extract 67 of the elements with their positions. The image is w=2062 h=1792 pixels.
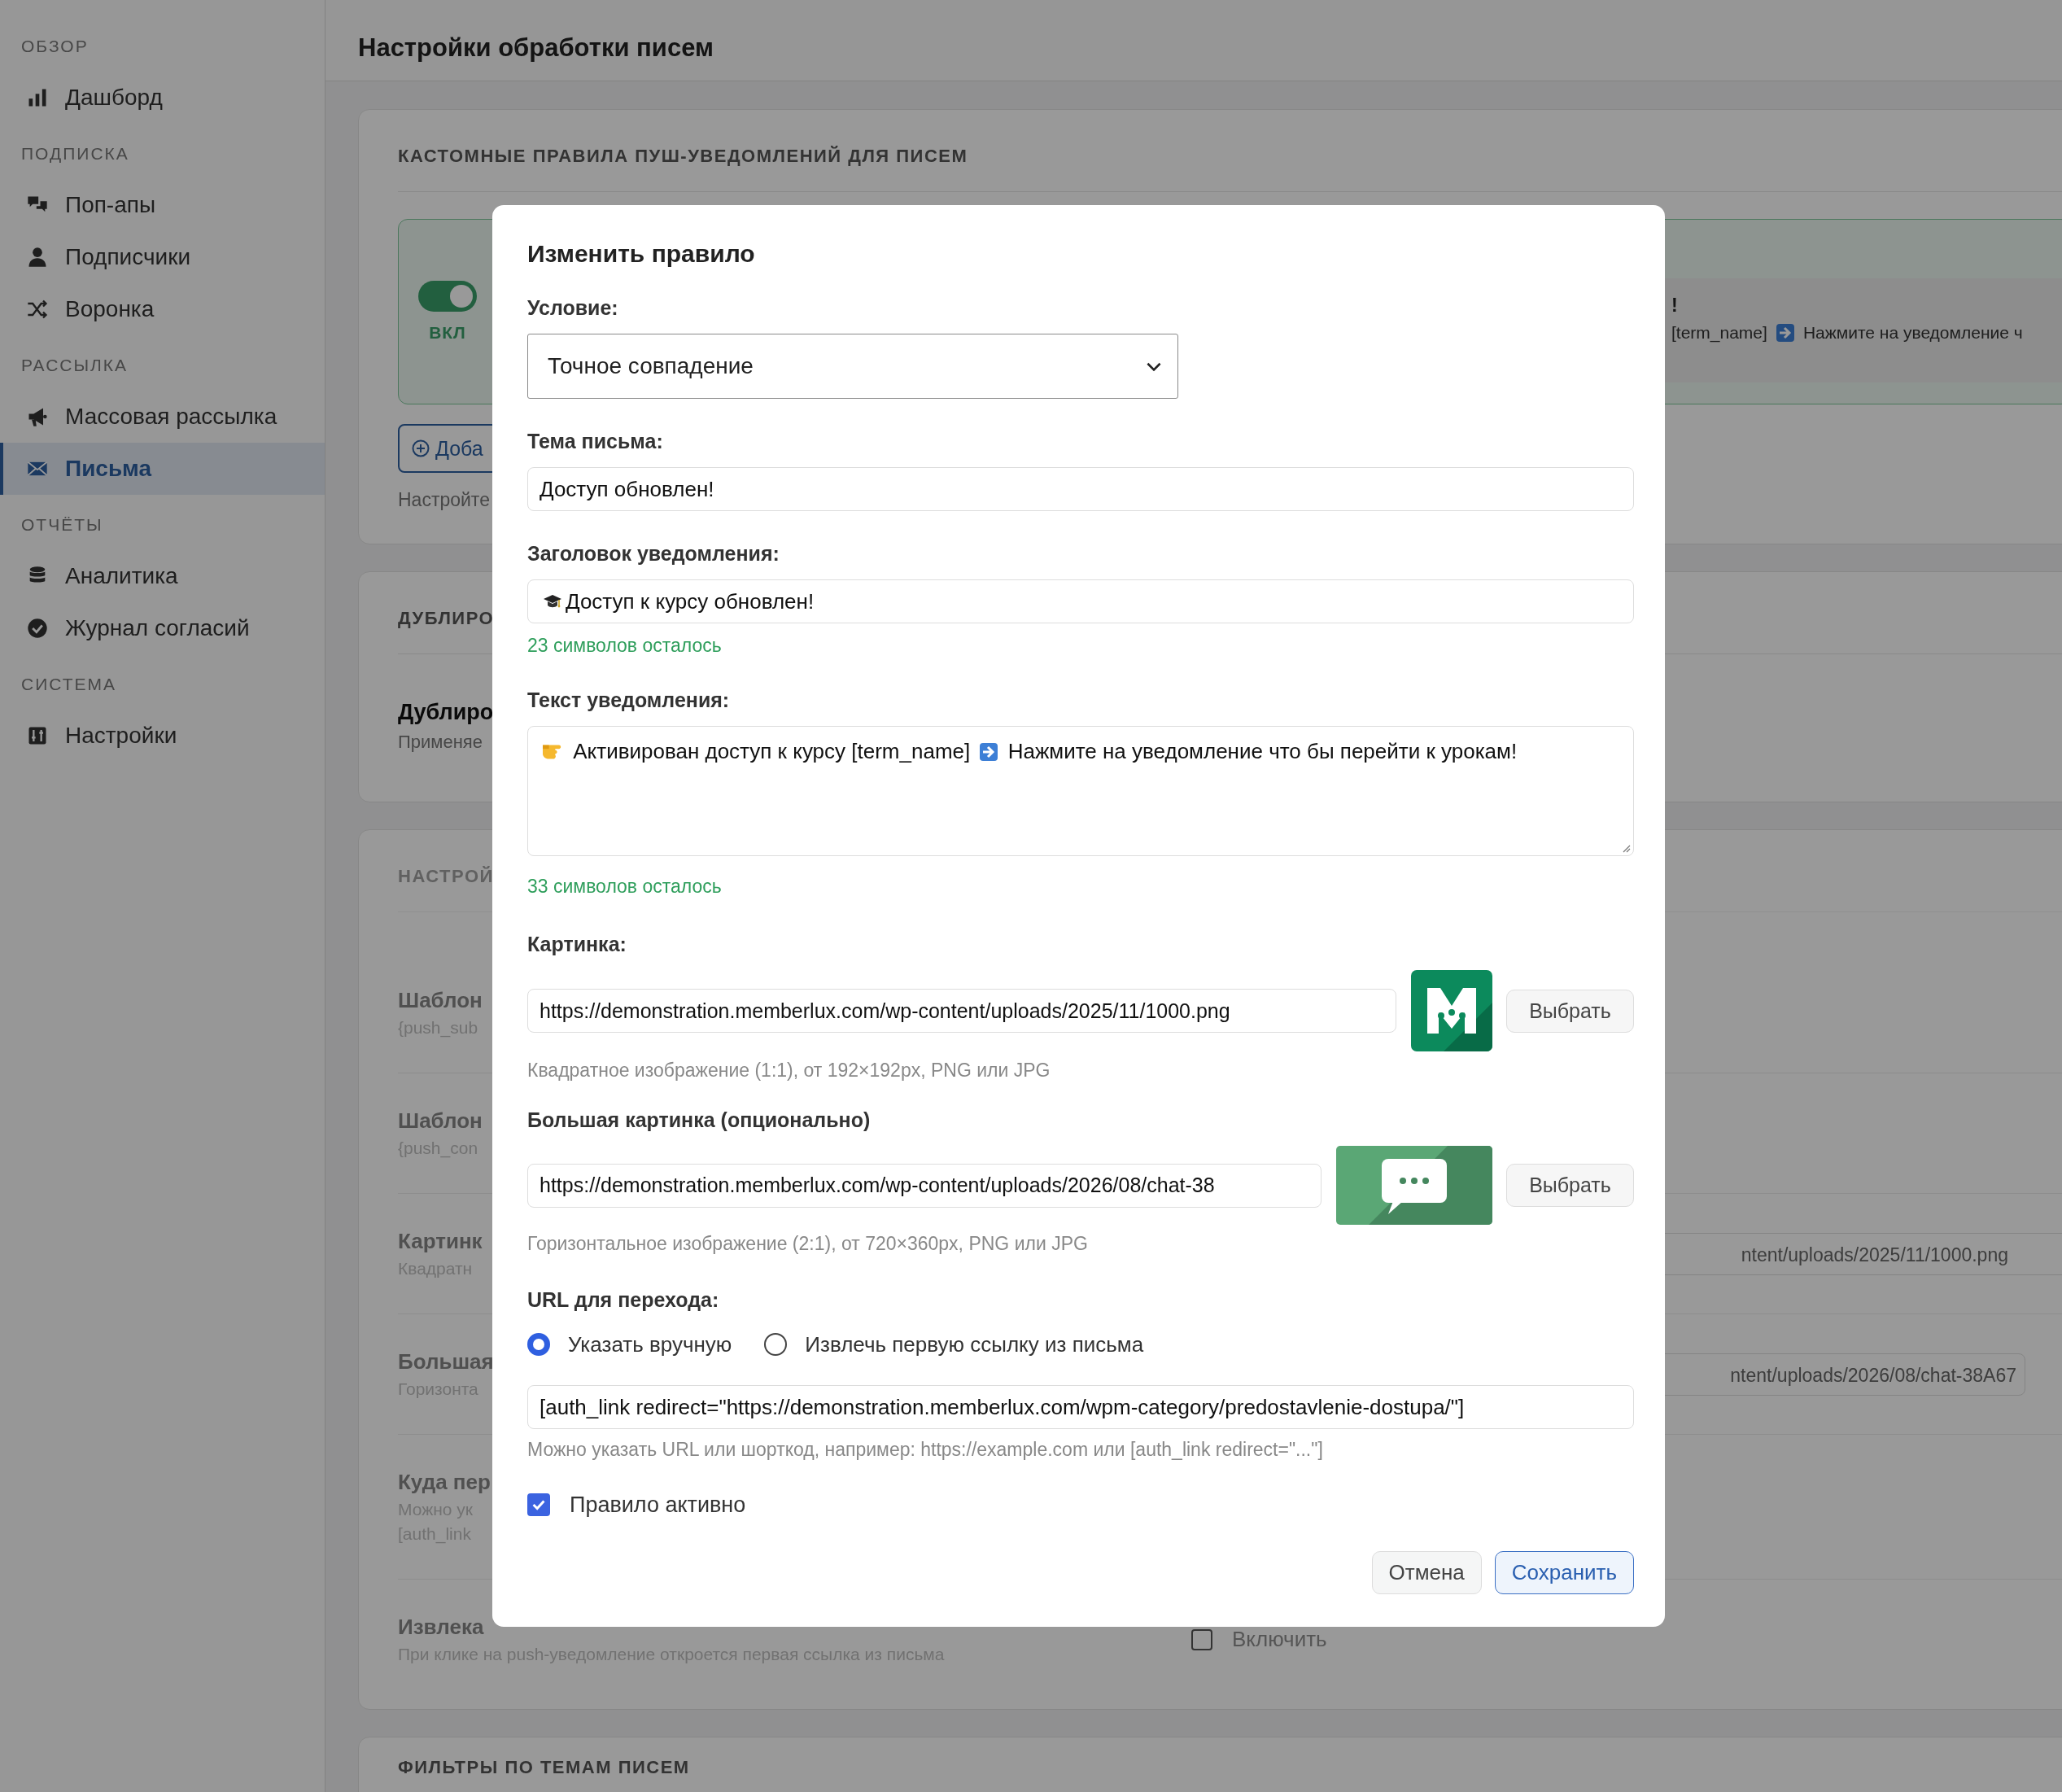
setting-label: Шаблон [398,988,483,1013]
setting-label: Большая [398,1349,494,1375]
setting-label: Куда пер [398,1470,491,1495]
rule-title: ! [1671,295,1679,317]
setting-title: Дублиро [398,700,494,725]
sidebar-item[interactable]: Журнал согласий [0,602,325,654]
card-hint: Настройте [398,488,490,512]
field-label: Условие: [527,295,619,320]
radio-button[interactable] [764,1333,788,1356]
input-field[interactable]: https://demonstration.memberlux.com/wp-content/uploads/2026/08/chat-38 [527,1163,1322,1208]
save-button[interactable]: Сохранить [1494,1551,1634,1594]
field-label: Заголовок уведомления: [527,541,780,566]
input-field[interactable]: Доступ к курсу обновлен! [527,579,1634,623]
modal-title: Изменить правило [527,239,756,269]
sidebar-item[interactable]: Поп-апы [0,179,325,231]
checkbox-label: Включить [1232,1627,1327,1652]
setting-label: Шаблон [398,1108,483,1134]
rule-text: Нажмите на уведомление ч [1802,323,2023,343]
section-title: ПОДПИСКА [20,143,130,164]
input-field[interactable]: https://demonstration.memberlux.com/wp-content/uploads/2025/11/1000.png [527,989,1396,1033]
section-title: ОТЧЁТЫ [20,514,104,535]
radio-label: Указать вручную [568,1331,732,1357]
section-title: РАССЫЛКА [20,355,129,376]
sidebar-item[interactable]: Подписчики [0,231,325,283]
cancel-button[interactable]: Отмена [1371,1551,1482,1594]
field-hint: Квадратное изображение (1:1), от 192×192px, PNG или JPG [527,1059,1051,1082]
setting-label: Картинк [398,1229,483,1254]
sidebar-item[interactable]: Воронка [0,283,325,335]
choose-button[interactable]: Выбрать [1506,1164,1634,1207]
checkbox[interactable] [527,1493,550,1516]
condition-dropdown[interactable]: Точное совпадение [527,334,1178,399]
field-label: Текст уведомления: [527,688,731,712]
card-heading: КАСТОМНЫЕ ПРАВИЛА ПУШ-УВЕДОМЛЕНИЙ ДЛЯ ПИСЕМ [398,146,968,166]
radio-label: Извлечь первую ссылку из письма [805,1331,1144,1357]
section-title: СИСТЕМА [20,674,118,695]
field-label: Картинка: [527,932,627,956]
choose-button[interactable]: Выбрать [1506,989,1634,1033]
field-label: Большая картинка (опционально) [527,1108,872,1132]
sidebar-item[interactable]: Аналитика [0,550,325,602]
input-field[interactable]: [auth_link redirect="https://demonstration.memberlux.com/wpm-category/predostavlenie-dostupa/"] [527,1385,1634,1429]
card-heading: ДУБЛИРО [398,608,495,628]
check-circle-icon [26,617,49,640]
plus-circle-icon [411,439,430,458]
character-counter: 23 символов осталось [527,634,723,658]
page-title: Настройки обработки писем [358,33,714,63]
card-heading: ФИЛЬТРЫ ПО ТЕМАМ ПИСЕМ [398,1757,690,1777]
character-counter: 33 символов осталось [527,875,723,898]
checkbox-label: Правило активно [570,1492,746,1518]
setting-label: Извлека [398,1615,484,1640]
field-label: URL для перехода: [527,1287,720,1312]
sidebar-item[interactable]: Массовая рассылка [0,391,325,443]
setting-description: Применяе [398,732,483,753]
shuffle-icon [26,298,49,321]
sidebar-item[interactable]: Настройки [0,710,325,762]
field-hint: Горизонтальное изображение (2:1), от 720×360px, PNG или JPG [527,1232,1089,1256]
section-title: ОБЗОР [20,36,90,57]
resize-handle-icon[interactable] [1621,843,1631,853]
radio-button[interactable] [527,1333,550,1356]
card-heading: НАСТРОЙ [398,866,494,886]
input-field[interactable]: Доступ обновлен! [527,467,1634,511]
field-label: Тема письма: [527,429,664,453]
field-hint: Можно указать URL или шорткод, например: https://example.com или [auth_link redirect="..."] [527,1438,1324,1462]
toggle-switch[interactable] [418,281,477,312]
rule-text: [term_name] [1671,323,1767,343]
text-area[interactable]: Активирован доступ к курсу [term_name] Нажмите на уведомление что бы перейти к урокам! [527,726,1634,856]
toggle-label: ВКЛ [429,323,466,343]
sidebar-item[interactable]: Дашборд [0,72,325,124]
